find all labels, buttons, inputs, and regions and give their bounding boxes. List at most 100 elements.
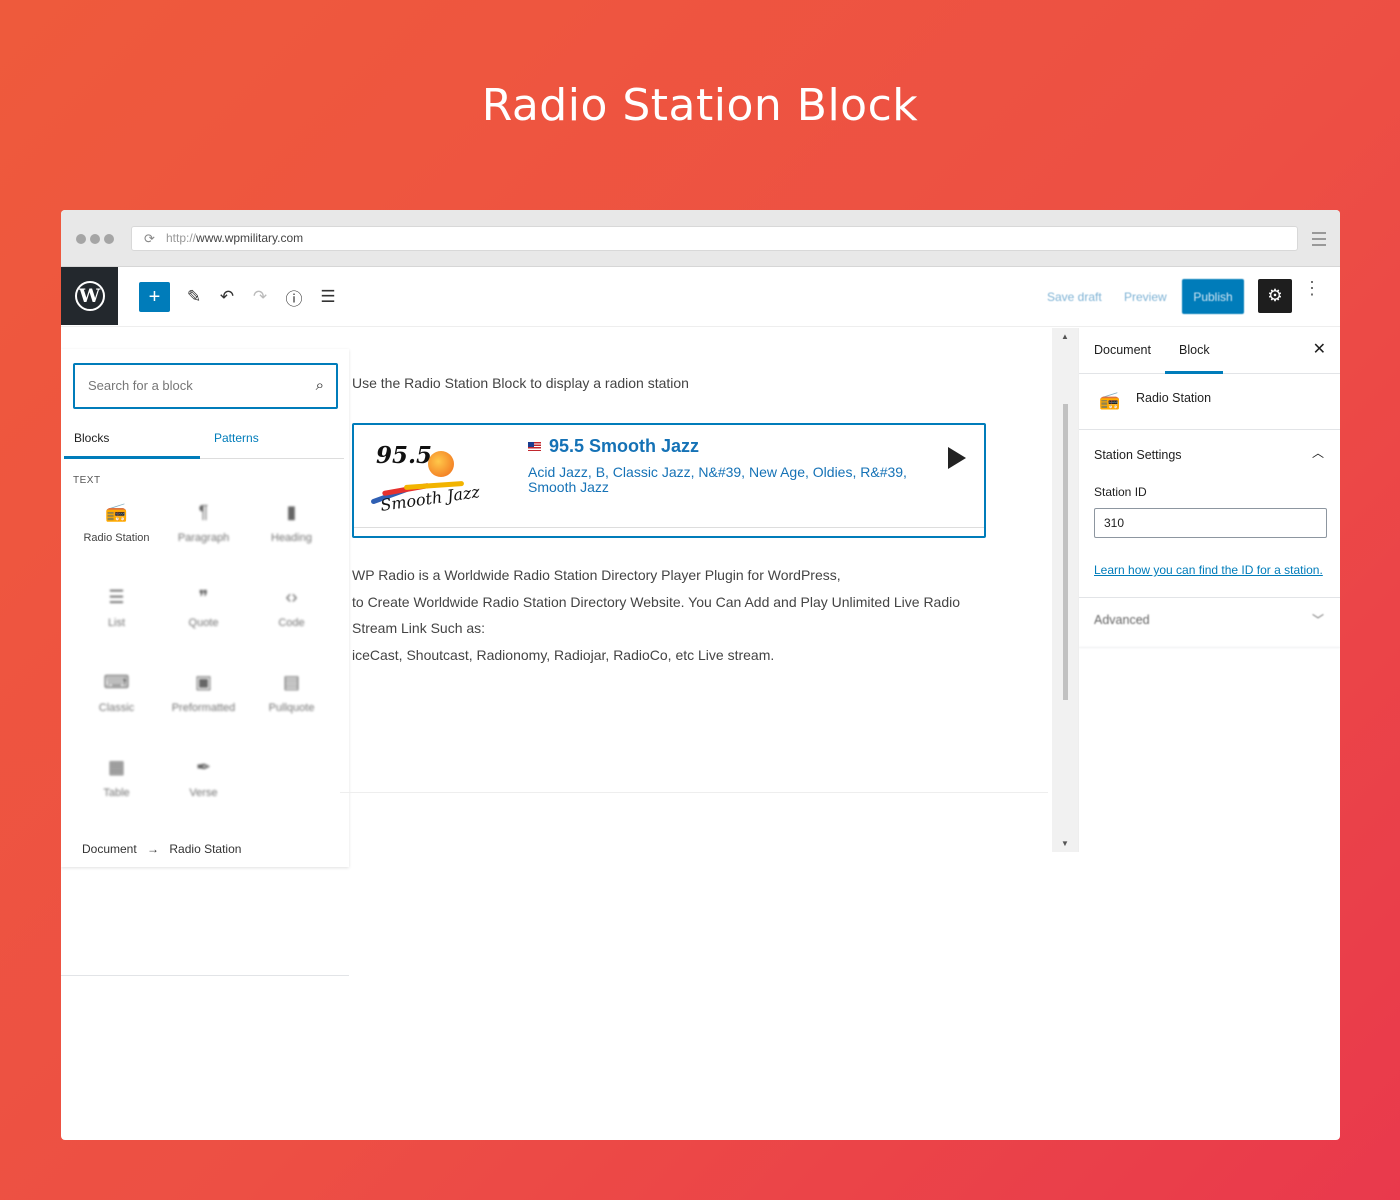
browser-chrome: ⟳ http://www.wpmilitary.com bbox=[61, 210, 1340, 267]
block-table[interactable]: ▦ Table bbox=[73, 755, 160, 799]
description-line: WP Radio is a Worldwide Radio Station Di… bbox=[352, 567, 841, 583]
block-code[interactable]: ‹› Code bbox=[248, 585, 335, 629]
radio-station-block[interactable]: 95.5 Smooth Jazz 95.5 Smooth Jazz Acid J… bbox=[352, 423, 986, 538]
station-id-label: Station ID bbox=[1094, 485, 1147, 499]
category-label: TEXT bbox=[73, 475, 101, 486]
block-quote[interactable]: ❞ Quote bbox=[160, 585, 247, 629]
intro-paragraph[interactable]: Use the Radio Station Block to display a… bbox=[352, 375, 689, 391]
more-options-icon[interactable]: ⋮ bbox=[1303, 279, 1321, 297]
advanced-panel[interactable]: Advanced ﹀ bbox=[1079, 598, 1340, 648]
block-pullquote[interactable]: ▤ Pullquote bbox=[248, 670, 335, 714]
undo-icon[interactable]: ↶ bbox=[216, 282, 238, 312]
block-label: Table bbox=[103, 787, 130, 799]
tab-block[interactable]: Block bbox=[1179, 343, 1210, 357]
us-flag-icon bbox=[528, 442, 541, 451]
station-settings-panel: Station Settings ︿ Station ID 310 Learn … bbox=[1079, 430, 1340, 598]
editor-scrollbar[interactable]: ▲ ▼ bbox=[1052, 328, 1078, 852]
pencil-icon[interactable]: ✎ bbox=[183, 282, 205, 312]
save-draft-button[interactable]: Save draft bbox=[1047, 290, 1102, 304]
block-label: Pullquote bbox=[268, 702, 315, 714]
preformatted-icon: ▣ bbox=[194, 672, 212, 692]
logo-sun-icon bbox=[428, 451, 454, 477]
block-card: 📻 Radio Station bbox=[1079, 374, 1340, 430]
description-line: iceCast, Shoutcast, Radionomy, Radiojar,… bbox=[352, 646, 775, 663]
sidebar-tabs: Document Block ✕ bbox=[1079, 328, 1340, 374]
paragraph-icon: ¶ bbox=[198, 502, 209, 522]
pullquote-icon: ▤ bbox=[282, 672, 300, 692]
description-paragraph[interactable]: WP Radio is a Worldwide Radio Station Di… bbox=[352, 562, 992, 668]
address-bar[interactable]: ⟳ http://www.wpmilitary.com bbox=[131, 226, 1298, 251]
tab-blocks[interactable]: Blocks bbox=[74, 431, 109, 445]
station-id-field[interactable]: 310 bbox=[1094, 508, 1327, 538]
scroll-up-icon[interactable]: ▲ bbox=[1061, 332, 1069, 341]
settings-sidebar: Document Block ✕ 📻 Radio Station Station… bbox=[1078, 328, 1340, 852]
station-name[interactable]: 95.5 Smooth Jazz bbox=[528, 436, 699, 457]
settings-gear-icon[interactable]: ⚙ bbox=[1258, 279, 1292, 313]
station-genres: Acid Jazz, B, Classic Jazz, N&#39, New A… bbox=[528, 464, 907, 495]
radio-icon: 📻 bbox=[105, 502, 128, 522]
bookmark-icon: ▮ bbox=[286, 502, 297, 522]
chevron-up-icon[interactable]: ︿ bbox=[1312, 444, 1324, 461]
scroll-down-icon[interactable]: ▼ bbox=[1061, 839, 1069, 848]
keyboard-icon: ⌨ bbox=[103, 672, 130, 692]
inserter-tabs: Blocks Patterns bbox=[64, 424, 344, 459]
browser-window: ⟳ http://www.wpmilitary.com W + ✎ ↶ ↷ ⓘ … bbox=[61, 210, 1340, 1140]
block-label: Verse bbox=[189, 787, 218, 799]
block-list[interactable]: ☰ List bbox=[73, 585, 160, 629]
scrollbar-thumb[interactable] bbox=[1063, 404, 1068, 700]
block-label: Heading bbox=[271, 532, 312, 544]
block-label: Paragraph bbox=[177, 532, 230, 544]
block-preformatted[interactable]: ▣ Preformatted bbox=[160, 670, 247, 714]
play-icon[interactable] bbox=[948, 447, 966, 469]
refresh-icon[interactable]: ⟳ bbox=[144, 227, 155, 250]
quote-icon: ❞ bbox=[198, 587, 209, 607]
description-line: Stream Link Such as: bbox=[352, 620, 486, 636]
close-icon[interactable]: ✕ bbox=[1313, 339, 1326, 359]
block-label: Radio Station bbox=[83, 532, 150, 544]
list-view-icon[interactable]: ☰ bbox=[317, 282, 339, 312]
help-link[interactable]: Learn how you can find the ID for a stat… bbox=[1094, 563, 1323, 577]
feather-icon: ✒ bbox=[195, 757, 212, 777]
block-verse[interactable]: ✒ Verse bbox=[160, 755, 247, 799]
editor-toolbar: W + ✎ ↶ ↷ ⓘ ☰ Save draft Preview Publish… bbox=[61, 267, 1340, 327]
block-label: Classic bbox=[98, 702, 135, 714]
block-classic[interactable]: ⌨ Classic bbox=[73, 670, 160, 714]
logo-number: 95.5 bbox=[376, 442, 433, 469]
page-title: Radio Station Block bbox=[481, 80, 919, 131]
breadcrumb-current[interactable]: Radio Station bbox=[169, 842, 241, 856]
advanced-title: Advanced bbox=[1094, 613, 1150, 627]
block-heading[interactable]: ▮ Heading bbox=[248, 500, 335, 544]
block-label: Preformatted bbox=[171, 702, 236, 714]
add-block-button[interactable]: + bbox=[139, 282, 170, 312]
card-divider bbox=[354, 527, 984, 528]
breadcrumb-separator: → bbox=[147, 842, 160, 856]
wordpress-logo-icon[interactable]: W bbox=[61, 267, 118, 325]
station-logo: 95.5 Smooth Jazz bbox=[364, 437, 514, 519]
active-tab-indicator bbox=[64, 456, 200, 459]
block-label: List bbox=[107, 617, 126, 629]
tab-document[interactable]: Document bbox=[1094, 343, 1151, 357]
redo-icon[interactable]: ↷ bbox=[249, 282, 271, 312]
breadcrumb-document[interactable]: Document bbox=[82, 842, 137, 856]
window-controls[interactable] bbox=[76, 234, 114, 244]
table-icon: ▦ bbox=[107, 757, 125, 777]
panel-title[interactable]: Station Settings bbox=[1094, 448, 1182, 462]
list-icon: ☰ bbox=[108, 587, 125, 607]
editor-canvas: Use the Radio Station Block to display a… bbox=[340, 328, 1050, 794]
radio-icon: 📻 bbox=[1099, 391, 1121, 410]
block-paragraph[interactable]: ¶ Paragraph bbox=[160, 500, 247, 544]
preview-button[interactable]: Preview bbox=[1124, 290, 1167, 304]
info-icon[interactable]: ⓘ bbox=[283, 282, 305, 312]
block-card-title: Radio Station bbox=[1136, 391, 1212, 405]
block-radio-station[interactable]: 📻 Radio Station bbox=[73, 500, 160, 544]
publish-button[interactable]: Publish bbox=[1182, 279, 1244, 314]
browser-menu-icon[interactable] bbox=[1312, 232, 1326, 250]
station-name-text: 95.5 Smooth Jazz bbox=[549, 436, 700, 456]
inserter-footer-divider bbox=[61, 975, 349, 976]
tab-patterns[interactable]: Patterns bbox=[214, 431, 259, 445]
block-search-input[interactable]: Search for a block ⌕ bbox=[73, 363, 338, 409]
block-label: Quote bbox=[188, 617, 219, 629]
search-placeholder: Search for a block bbox=[88, 378, 193, 393]
url-protocol: http:// bbox=[166, 231, 197, 245]
chevron-down-icon: ﹀ bbox=[1311, 613, 1324, 627]
